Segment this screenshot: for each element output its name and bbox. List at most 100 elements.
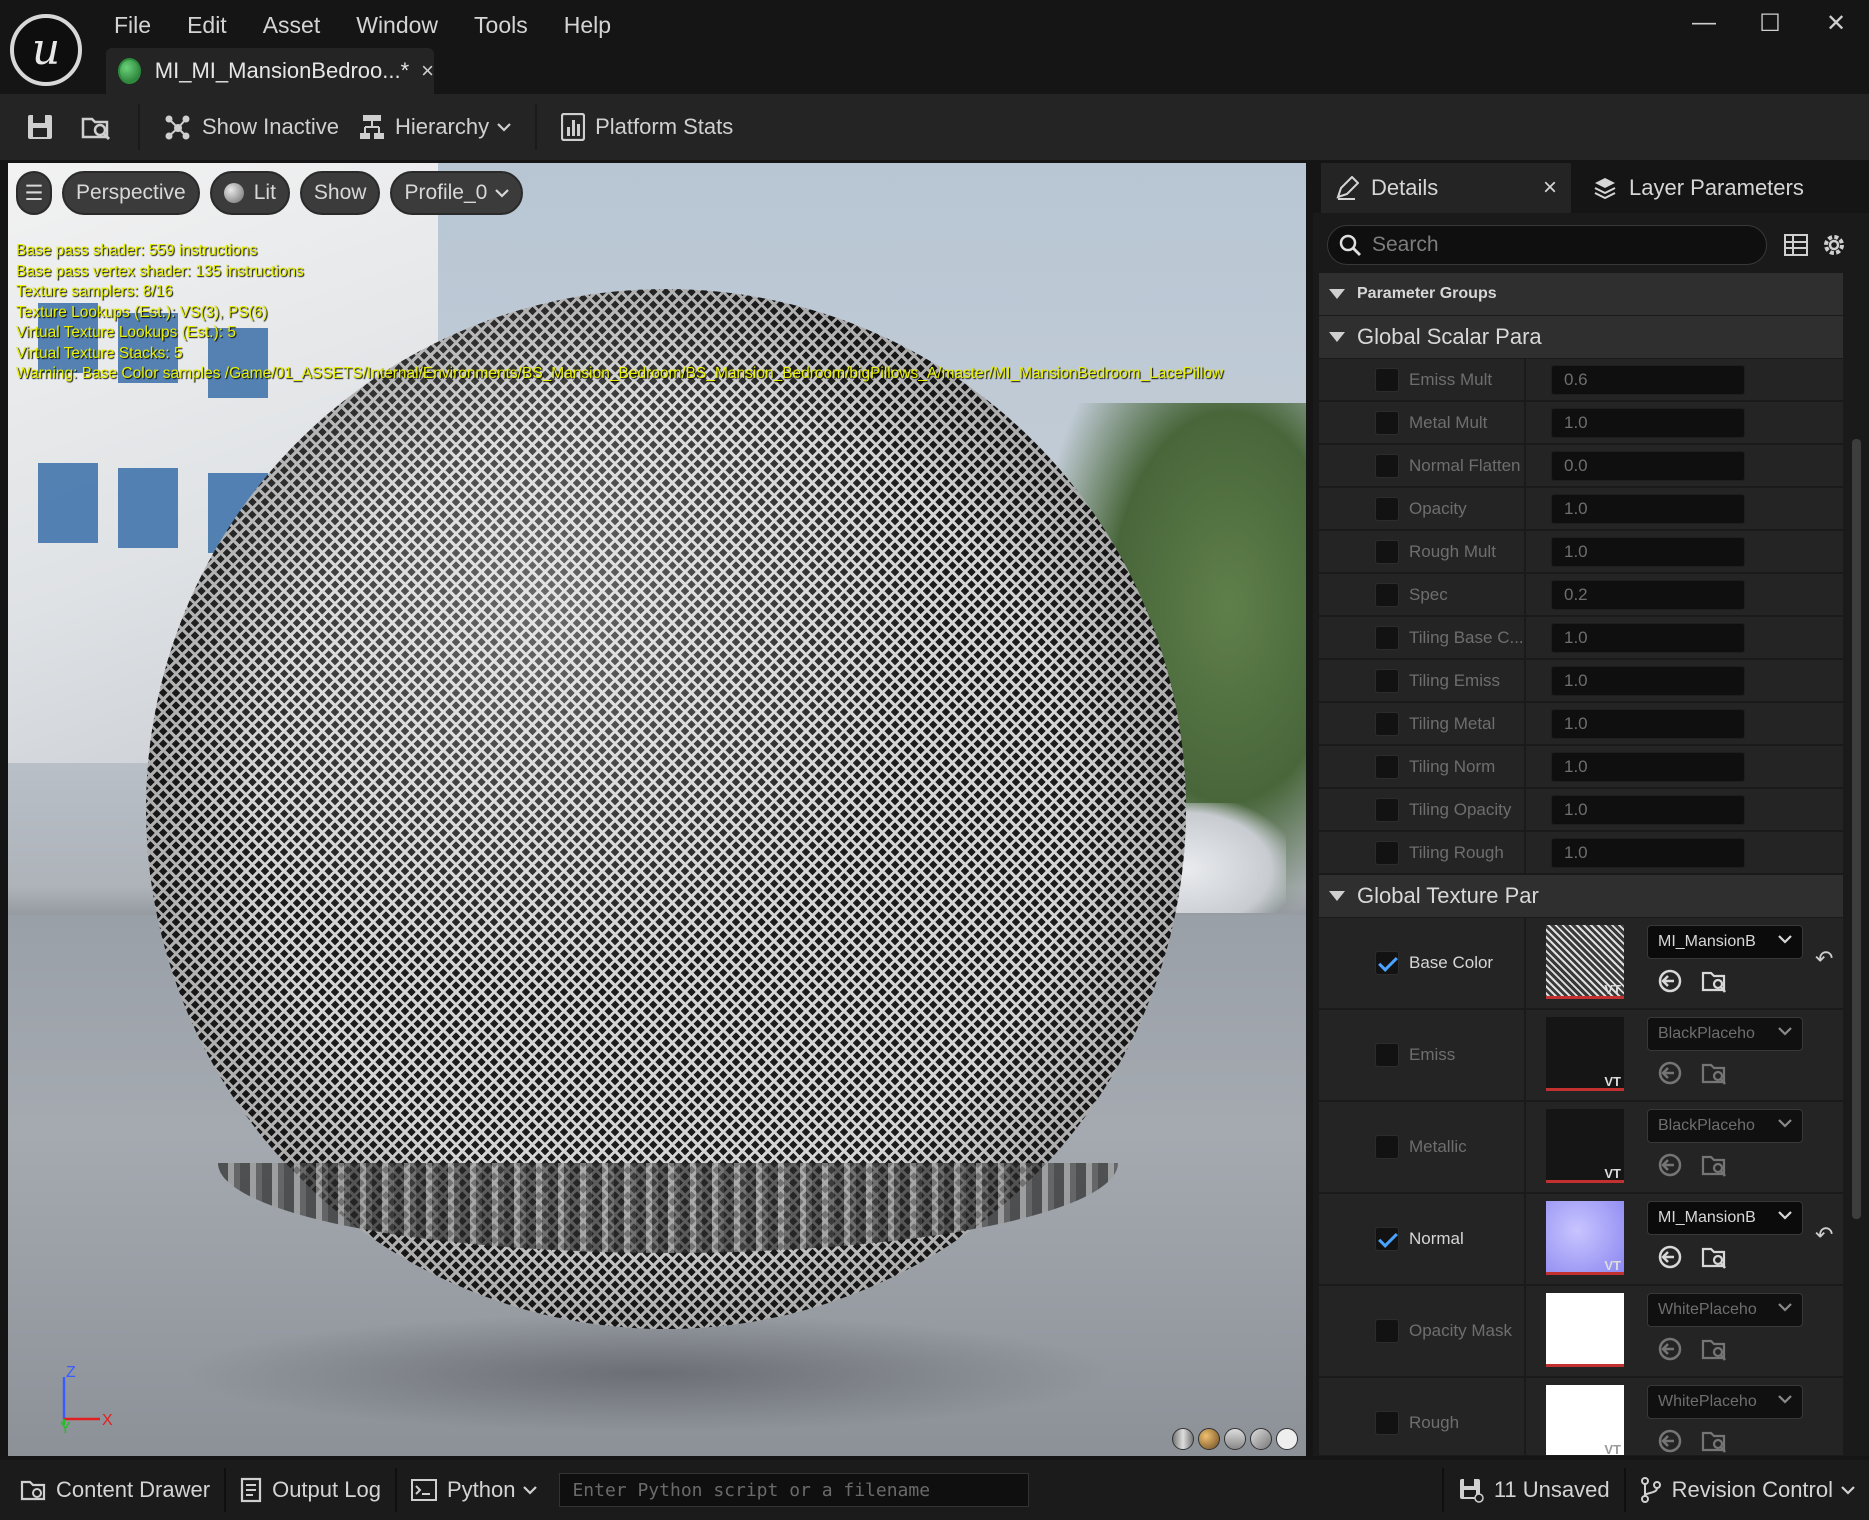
browse-folder-icon[interactable] (1701, 1060, 1727, 1086)
maximize-button[interactable]: ☐ (1737, 0, 1803, 46)
sphere-mesh-icon[interactable] (1198, 1428, 1220, 1450)
use-selected-arrow-icon[interactable] (1657, 1428, 1683, 1454)
menu-help[interactable]: Help (546, 8, 629, 43)
menu-window[interactable]: Window (338, 8, 456, 43)
output-log-button[interactable]: Output Log (226, 1468, 395, 1512)
param-value-field[interactable]: 1.0 (1551, 494, 1745, 524)
override-checkbox[interactable] (1375, 1319, 1399, 1343)
table-view-button[interactable] (1781, 230, 1811, 260)
browse-folder-icon[interactable] (1701, 1428, 1727, 1454)
override-checkbox[interactable] (1375, 798, 1399, 822)
close-details-icon[interactable]: × (1543, 174, 1557, 202)
reset-to-default-icon[interactable]: ↶ (1815, 1222, 1833, 1248)
profile-button[interactable]: Profile_0 (390, 171, 524, 215)
reset-to-default-icon[interactable]: ↶ (1815, 946, 1833, 972)
texture-group-header[interactable]: Global Texture Par (1319, 875, 1843, 917)
override-checkbox[interactable] (1375, 1135, 1399, 1159)
details-scrollbar[interactable] (1843, 273, 1869, 1456)
platform-stats-button[interactable]: Platform Stats (551, 102, 743, 152)
viewport-menu-button[interactable]: ☰ (16, 171, 52, 215)
perspective-button[interactable]: Perspective (62, 171, 200, 215)
override-checkbox[interactable] (1375, 583, 1399, 607)
param-value-field[interactable]: 0.6 (1551, 365, 1745, 395)
console-input[interactable] (572, 1479, 1023, 1501)
console-input-box[interactable] (559, 1473, 1030, 1507)
override-checkbox[interactable] (1375, 368, 1399, 392)
param-value-field[interactable]: 1.0 (1551, 408, 1745, 438)
menu-file[interactable]: File (96, 8, 169, 43)
asset-picker-combo[interactable]: BlackPlaceho (1647, 1109, 1803, 1143)
texture-thumbnail[interactable]: VT (1546, 1385, 1624, 1455)
menu-tools[interactable]: Tools (456, 8, 546, 43)
unreal-logo-icon[interactable]: u (10, 14, 82, 86)
override-checkbox[interactable] (1375, 669, 1399, 693)
texture-thumbnail[interactable]: VT (1546, 1201, 1624, 1275)
material-preview-viewport[interactable]: ☰ Perspective Lit Show Profile_0 Base pa… (8, 163, 1306, 1456)
param-value-field[interactable]: 1.0 (1551, 537, 1745, 567)
param-value-field[interactable]: 1.0 (1551, 623, 1745, 653)
revision-control-button[interactable]: Revision Control (1626, 1468, 1869, 1512)
param-value-field[interactable]: 1.0 (1551, 666, 1745, 696)
override-checkbox[interactable] (1375, 497, 1399, 521)
browse-folder-icon[interactable] (1701, 968, 1727, 994)
scrollbar-thumb[interactable] (1852, 439, 1861, 1219)
texture-thumbnail[interactable]: VT (1546, 1109, 1624, 1183)
menu-asset[interactable]: Asset (245, 8, 339, 43)
override-checkbox[interactable] (1375, 755, 1399, 779)
save-button[interactable] (12, 102, 68, 152)
asset-picker-combo[interactable]: WhitePlaceho (1647, 1293, 1803, 1327)
asset-picker-combo[interactable]: MI_MansionB (1647, 925, 1803, 959)
parameter-groups-header[interactable]: Parameter Groups (1319, 273, 1843, 315)
python-console-selector[interactable]: Python (397, 1468, 552, 1512)
hierarchy-button[interactable]: Hierarchy (349, 102, 521, 152)
cube-mesh-icon[interactable] (1250, 1428, 1272, 1450)
param-value-field[interactable]: 1.0 (1551, 795, 1745, 825)
content-drawer-button[interactable]: Content Drawer (6, 1468, 224, 1512)
search-input[interactable] (1372, 233, 1752, 257)
override-checkbox[interactable] (1375, 951, 1399, 975)
use-selected-arrow-icon[interactable] (1657, 1244, 1683, 1270)
param-value-field[interactable]: 0.0 (1551, 451, 1745, 481)
texture-thumbnail[interactable]: VT (1546, 1017, 1624, 1091)
override-checkbox[interactable] (1375, 1043, 1399, 1067)
close-window-button[interactable]: ✕ (1803, 0, 1869, 46)
override-checkbox[interactable] (1375, 540, 1399, 564)
texture-thumbnail[interactable]: VT (1546, 925, 1624, 999)
browse-folder-icon[interactable] (1701, 1244, 1727, 1270)
use-selected-arrow-icon[interactable] (1657, 1060, 1683, 1086)
override-checkbox[interactable] (1375, 712, 1399, 736)
scalar-group-header[interactable]: Global Scalar Para (1319, 316, 1843, 358)
show-inactive-button[interactable]: Show Inactive (154, 102, 349, 152)
close-tab-icon[interactable]: × (421, 58, 434, 84)
tab-details[interactable]: Details × (1321, 163, 1571, 213)
cylinder-mesh-icon[interactable] (1172, 1428, 1194, 1450)
param-value-field[interactable]: 1.0 (1551, 838, 1745, 868)
minimize-button[interactable]: — (1671, 0, 1737, 46)
asset-picker-combo[interactable]: MI_MansionB (1647, 1201, 1803, 1235)
override-checkbox[interactable] (1375, 626, 1399, 650)
texture-thumbnail[interactable] (1546, 1293, 1624, 1367)
override-checkbox[interactable] (1375, 1227, 1399, 1251)
override-checkbox[interactable] (1375, 411, 1399, 435)
asset-picker-combo[interactable]: BlackPlaceho (1647, 1017, 1803, 1051)
browse-folder-icon[interactable] (1701, 1336, 1727, 1362)
custom-mesh-icon[interactable] (1276, 1428, 1298, 1450)
param-value-field[interactable]: 1.0 (1551, 709, 1745, 739)
tab-layer-parameters[interactable]: Layer Parameters (1579, 163, 1869, 213)
plane-mesh-icon[interactable] (1224, 1428, 1246, 1450)
settings-button[interactable] (1819, 230, 1849, 260)
document-tab[interactable]: MI_MI_MansionBedroo...* × (106, 48, 434, 94)
use-selected-arrow-icon[interactable] (1657, 1152, 1683, 1178)
search-box[interactable] (1327, 225, 1767, 265)
use-selected-arrow-icon[interactable] (1657, 1336, 1683, 1362)
browse-folder-icon[interactable] (1701, 1152, 1727, 1178)
param-value-field[interactable]: 1.0 (1551, 752, 1745, 782)
show-button[interactable]: Show (299, 171, 381, 215)
override-checkbox[interactable] (1375, 454, 1399, 478)
override-checkbox[interactable] (1375, 841, 1399, 865)
override-checkbox[interactable] (1375, 1411, 1399, 1435)
use-selected-arrow-icon[interactable] (1657, 968, 1683, 994)
menu-edit[interactable]: Edit (169, 8, 245, 43)
browse-asset-button[interactable] (68, 102, 124, 152)
asset-picker-combo[interactable]: WhitePlaceho (1647, 1385, 1803, 1419)
